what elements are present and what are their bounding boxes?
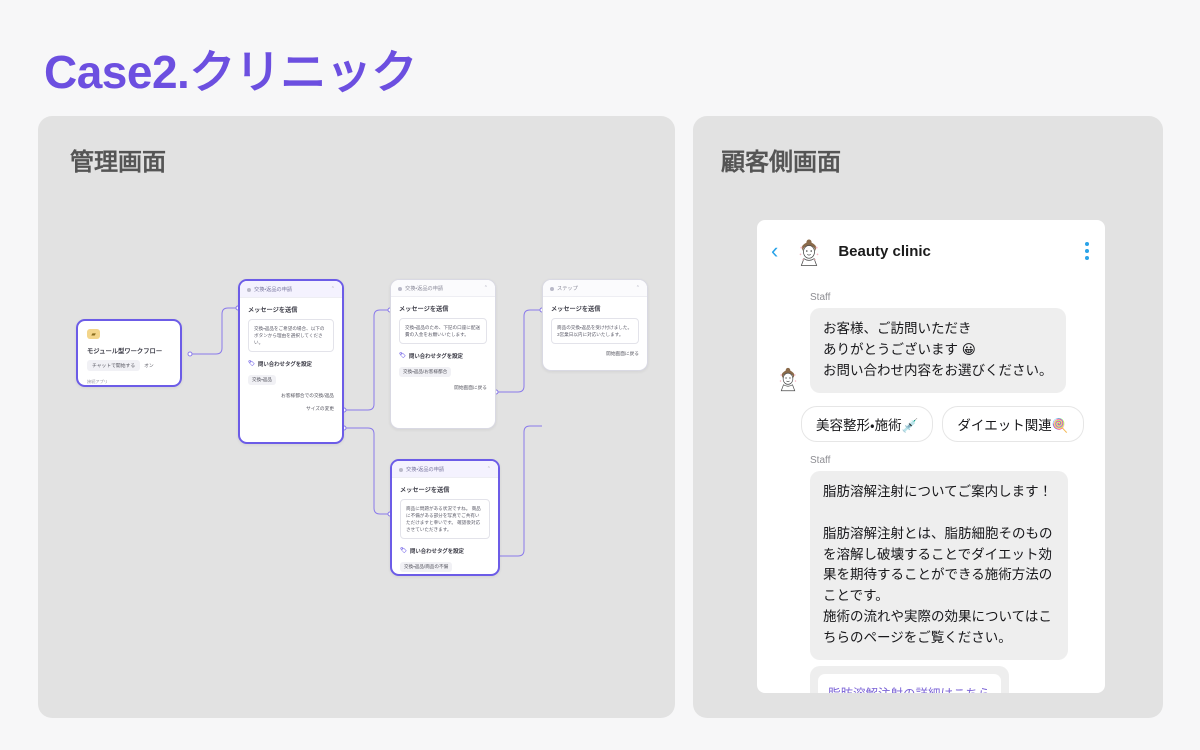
- node-link-1[interactable]: 開始画面に戻る: [551, 351, 639, 357]
- workflow-node-defect[interactable]: 交換・返品の申請 ⌃ メッセージを送信 商品に問題がある状況ですね。 商品に不備…: [390, 459, 500, 576]
- tag-icon: 🏷: [399, 353, 406, 360]
- chat-link-container: 脂肪溶解注射の詳細はこちら: [810, 666, 1009, 693]
- customer-panel: 顧客側画面 ‹ Beauty clinic Staff お客様、ご訪問いただき …: [693, 116, 1163, 718]
- quick-reply-diet[interactable]: ダイエット関連🍭: [942, 405, 1084, 442]
- workflow-node-customer-reason[interactable]: 交換・返品の申請 ⌃ メッセージを送信 交換・返品のため、下記の口座に配送費の入…: [390, 279, 496, 429]
- chevron-left-icon[interactable]: ‹: [771, 240, 778, 262]
- node-section-label: メッセージを送信: [400, 487, 450, 494]
- chat-message-1: お客様、ご訪問いただき ありがとうございます 😀 お問い合わせ内容をお選びくださ…: [773, 308, 1089, 393]
- node-tag-label: 問い合わせタグを設定: [409, 549, 464, 556]
- chevron-up-icon[interactable]: ⌃: [636, 286, 640, 291]
- page-root: Case2.クリニック 管理画面 ▰ モジュール型ワークフロー チャットで開始す…: [0, 0, 1200, 750]
- workflow-canvas[interactable]: ▰ モジュール型ワークフロー チャットで開始する オン 接続アプリ 交換・返品の…: [38, 116, 675, 718]
- quick-reply-row[interactable]: 美容整形・施術💉 ダイエット関連🍭: [801, 405, 1089, 442]
- tag-icon: 🏷: [248, 361, 255, 368]
- detail-link-button[interactable]: 脂肪溶解注射の詳細はこちら: [818, 674, 1001, 693]
- wallet-icon: ▰: [87, 329, 100, 339]
- node-status-dot: [399, 467, 403, 472]
- chat-message-list[interactable]: Staff お客様、ご訪問いただき ありがとうございます 😀 お問い合わせ内容を…: [757, 278, 1105, 693]
- start-node-chip[interactable]: チャットで開始する: [87, 360, 141, 371]
- node-tag-label: 問い合わせタグを設定: [257, 362, 312, 369]
- node-message-box[interactable]: 商品に問題がある状況ですね。 商品に不備がある部分を写真でご共有いただけますと幸…: [400, 499, 490, 540]
- chat-header: ‹ Beauty clinic: [757, 220, 1105, 278]
- staff-label-2: Staff: [810, 454, 831, 466]
- node-message-box[interactable]: 交換・返品のため、下記の口座に配送費の入金をお願いいたします。: [399, 318, 487, 345]
- node-message-box[interactable]: 商品の交換・返品を受け付けました。 3営業日以内に対応いたします。: [551, 318, 639, 345]
- chat-link-message: 脂肪溶解注射の詳細はこちら: [773, 666, 1089, 693]
- node-tag-chip[interactable]: 交換・返品/商品の不備: [400, 562, 453, 573]
- customer-panel-title: 顧客側画面: [721, 149, 841, 176]
- node-status-dot: [247, 287, 251, 292]
- chat-message-2: 脂肪溶解注射についてご案内します！ 脂肪溶解注射とは、脂肪細胞そのものを溶解し破…: [773, 470, 1089, 661]
- chevron-up-icon[interactable]: ⌃: [487, 467, 491, 472]
- node-tag-chip[interactable]: 交換・返品: [248, 375, 276, 386]
- admin-panel: 管理画面 ▰ モジュール型ワークフロー チャットで開始する オン 接続アプリ 交…: [38, 116, 675, 718]
- page-title: Case2.クリニック: [44, 46, 417, 98]
- node-link-1[interactable]: お客様都合での交換/返品: [248, 393, 334, 399]
- clinic-avatar-icon: [773, 363, 803, 393]
- workflow-connectors: [187, 305, 545, 557]
- chevron-up-icon[interactable]: ⌃: [484, 286, 488, 291]
- node-link-2[interactable]: サイズの変更: [248, 406, 334, 412]
- start-node-title: モジュール型ワークフロー: [87, 348, 163, 355]
- node-tag-chip[interactable]: 交換・返品/お客様都合: [399, 367, 452, 378]
- node-header-label: 交換・返品の申請: [254, 287, 293, 293]
- chevron-up-icon[interactable]: ⌃: [331, 287, 335, 292]
- node-header-label: 交換・返品の申請: [406, 467, 445, 473]
- node-section-label: メッセージを送信: [551, 306, 601, 313]
- chat-phone-frame: ‹ Beauty clinic Staff お客様、ご訪問いただき ありがとうご…: [757, 220, 1105, 693]
- node-header-label: ステップ: [557, 286, 578, 292]
- start-node-toggle[interactable]: オン: [144, 362, 154, 369]
- quick-reply-cosmetic-surgery[interactable]: 美容整形・施術💉: [801, 405, 934, 442]
- clinic-avatar-icon: [792, 234, 826, 268]
- node-status-dot: [550, 286, 554, 291]
- node-section-label: メッセージを送信: [399, 306, 449, 313]
- clinic-avatar-icon: [773, 689, 803, 693]
- node-header-label: 交換・返品の申請: [405, 286, 444, 292]
- staff-label: Staff: [810, 292, 831, 303]
- kebab-menu-icon[interactable]: [1085, 242, 1089, 260]
- workflow-node-step[interactable]: ステップ ⌃ メッセージを送信 商品の交換・返品を受け付けました。 3営業日以内…: [542, 279, 648, 371]
- clinic-name: Beauty clinic: [838, 242, 931, 260]
- node-link-1[interactable]: 開始画面に戻る: [399, 385, 487, 391]
- node-section-label: メッセージを送信: [248, 307, 298, 314]
- node-message-box[interactable]: 交換・返品をご希望の場合、以下のボタンから理由を選択してください。: [248, 319, 334, 353]
- workflow-start-node[interactable]: ▰ モジュール型ワークフロー チャットで開始する オン 接続アプリ: [76, 319, 182, 387]
- node-tag-label: 問い合わせタグを設定: [408, 354, 463, 361]
- node-status-dot: [398, 286, 402, 291]
- tag-icon: 🏷: [400, 548, 407, 555]
- workflow-node-request[interactable]: 交換・返品の申請 ⌃ メッセージを送信 交換・返品をご希望の場合、以下のボタンか…: [238, 279, 344, 444]
- chat-bubble-text: 脂肪溶解注射についてご案内します！ 脂肪溶解注射とは、脂肪細胞そのものを溶解し破…: [810, 470, 1068, 661]
- start-node-sublabel: 接続アプリ: [87, 379, 108, 384]
- chat-bubble-text: お客様、ご訪問いただき ありがとうございます 😀 お問い合わせ内容をお選びくださ…: [810, 308, 1066, 393]
